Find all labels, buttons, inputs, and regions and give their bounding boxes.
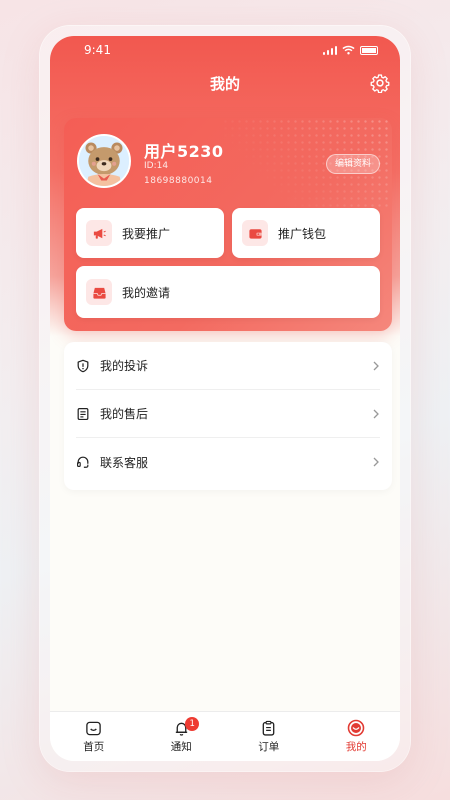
chevron-right-icon [373,457,379,467]
app-screen: 9:41 我的 用户5230 ID:14 18698880014 编辑资料 我要… [50,36,400,761]
tab-label: 订单 [258,741,280,753]
wifi-icon [342,45,355,55]
edit-profile-button[interactable]: 编辑资料 [325,154,380,174]
phone-frame: 9:41 我的 用户5230 ID:14 18698880014 编辑资料 我要… [40,26,410,771]
wallet-label: 推广钱包 [278,226,327,241]
tab-home[interactable]: 首页 [50,712,138,761]
avatar[interactable] [77,134,131,188]
chevron-right-icon [373,409,379,419]
status-bar: 9:41 [50,36,400,64]
user-phone: 18698880014 [144,176,213,186]
menu-item-customer-service[interactable]: 联系客服 [76,438,380,486]
my-invitations-button[interactable]: 我的邀请 [76,266,380,318]
user-id: ID:14 [144,161,169,171]
menu-label: 联系客服 [100,455,149,470]
menu-label: 我的投诉 [100,359,149,373]
status-time: 9:41 [84,43,111,57]
shield-alert-icon [76,359,90,373]
inbox-icon [86,279,112,305]
tab-orders[interactable]: 订单 [225,712,313,761]
nav-bar: 我的 [50,66,400,100]
battery-icon [360,45,378,55]
profile-icon [347,719,365,737]
menu-item-after-sales[interactable]: 我的售后 [76,390,380,438]
bear-avatar-icon [79,136,129,186]
wallet-icon [242,220,268,246]
tab-profile[interactable]: 我的 [313,712,401,761]
megaphone-icon [86,220,112,246]
tab-label: 通知 [170,741,192,753]
document-icon [76,407,90,421]
home-icon [85,719,103,737]
menu-card: 我的投诉 我的售后 联系客服 [64,342,392,490]
tab-bar: 首页 1 通知 订单 我的 [50,711,400,761]
status-icons [322,45,378,55]
invite-label: 我的邀请 [122,285,171,300]
tab-label: 我的 [345,741,367,753]
menu-item-complaints[interactable]: 我的投诉 [76,342,380,390]
promote-button[interactable]: 我要推广 [76,208,224,258]
tab-notifications[interactable]: 1 通知 [138,712,226,761]
promotion-wallet-button[interactable]: 推广钱包 [232,208,380,258]
promote-label: 我要推广 [122,226,171,241]
page-title: 我的 [209,74,240,93]
signal-icon [322,45,337,55]
tab-label: 首页 [83,741,105,753]
gear-icon[interactable] [370,73,390,93]
profile-card: 用户5230 ID:14 18698880014 编辑资料 我要推广 推广钱包 … [64,118,392,331]
menu-label: 我的售后 [100,407,149,421]
headset-icon [76,455,90,469]
chevron-right-icon [373,361,379,371]
notification-badge: 1 [185,717,200,731]
user-name: 用户5230 [144,142,224,161]
clipboard-icon [260,719,278,737]
